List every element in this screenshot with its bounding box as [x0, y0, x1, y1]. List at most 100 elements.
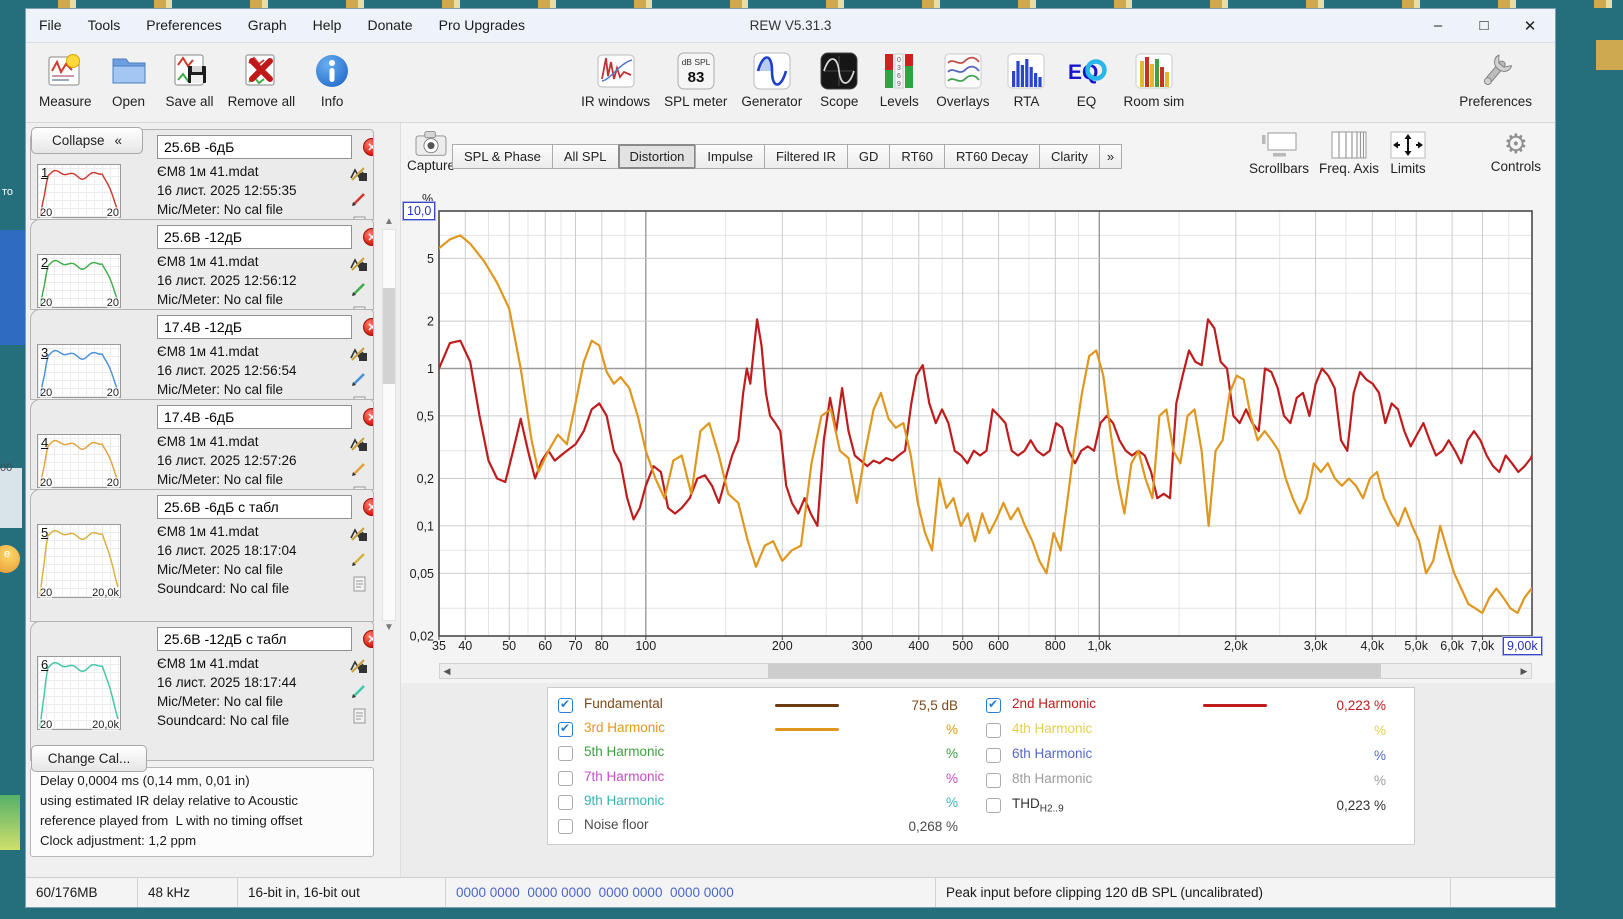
notes-icon[interactable] — [352, 708, 367, 724]
menu-preferences[interactable]: Preferences — [133, 9, 234, 42]
capture-button[interactable]: Capture — [407, 128, 455, 173]
change-cal-button[interactable]: Change Cal... — [31, 745, 147, 772]
measurement-item[interactable]: ✕ 5 20 20,0k ЄМ8 1м 41.mdat 16 лист. 202… — [30, 489, 374, 622]
legend-checkbox[interactable] — [558, 770, 573, 786]
measurement-name-input[interactable] — [157, 495, 352, 519]
tab-clarity[interactable]: Clarity — [1039, 144, 1100, 169]
measurement-item[interactable]: ✕ 3 20 20 ЄМ8 1м 41.mdat 16 лист. 2025 1… — [30, 309, 374, 400]
menu-help[interactable]: Help — [300, 9, 355, 42]
pencil-icon[interactable] — [351, 551, 367, 567]
menu-donate[interactable]: Donate — [354, 9, 425, 42]
save-graph-icon[interactable] — [350, 166, 368, 182]
remove-all-button[interactable]: Remove all — [228, 48, 295, 109]
measurement-name-input[interactable] — [157, 225, 352, 249]
eq-button[interactable]: EQ EQ — [1063, 48, 1109, 109]
legend-checkbox[interactable] — [558, 794, 573, 810]
distortion-chart[interactable]: 35 40 50 60 70 80 100 200 300 400 500 600 800 1,0k 2,0… — [401, 191, 1558, 661]
close-button[interactable]: ✕ — [1511, 17, 1549, 35]
measurement-item[interactable]: ✕ 4 20 20 ЄМ8 1м 41.mdat 16 лист. 2025 1… — [30, 399, 374, 490]
tab-impulse[interactable]: Impulse — [695, 144, 765, 169]
measurement-thumbnail[interactable]: 5 20 20,0k — [37, 524, 121, 599]
delete-measurement-icon[interactable]: ✕ — [363, 318, 373, 336]
ir-windows-button[interactable]: IR windows — [581, 48, 650, 109]
hscrollbar-track[interactable] — [454, 664, 1517, 678]
save-graph-icon[interactable] — [350, 436, 368, 452]
x-axis-right-limit-input[interactable]: 9,00k — [1503, 637, 1542, 655]
measurement-thumbnail[interactable]: 2 20 20 — [37, 254, 121, 309]
scrollbar-track[interactable] — [382, 229, 396, 621]
measurement-name-input[interactable] — [157, 135, 352, 159]
legend-checkbox[interactable] — [558, 697, 573, 713]
pencil-icon[interactable] — [351, 683, 367, 699]
scroll-down-icon[interactable]: ▼ — [384, 621, 394, 635]
measurement-thumbnail[interactable]: 6 20 20,0k — [37, 656, 121, 731]
menu-tools[interactable]: Tools — [75, 9, 134, 42]
delete-measurement-icon[interactable]: ✕ — [363, 408, 373, 426]
tabs-overflow-button[interactable]: » — [1098, 144, 1123, 169]
info-button[interactable]: Info — [309, 48, 355, 109]
scrollbars-button[interactable]: Scrollbars — [1249, 129, 1309, 176]
delete-measurement-icon[interactable]: ✕ — [363, 228, 373, 246]
save-graph-icon[interactable] — [350, 346, 368, 362]
scrollbar-thumb[interactable] — [383, 288, 395, 384]
generator-button[interactable]: Generator — [741, 48, 802, 109]
rta-button[interactable]: RTA — [1003, 48, 1049, 109]
scroll-right-icon[interactable]: ▶ — [1517, 666, 1531, 677]
menu-file[interactable]: File — [26, 9, 75, 42]
legend-checkbox[interactable] — [986, 798, 1001, 813]
tab-distortion[interactable]: Distortion — [617, 144, 697, 169]
pencil-icon[interactable] — [351, 281, 367, 297]
measure-button[interactable]: Measure — [39, 48, 92, 109]
chart-horizontal-scrollbar[interactable]: ◀ ▶ — [439, 663, 1532, 679]
limits-button[interactable]: Limits — [1389, 129, 1427, 176]
controls-button[interactable]: ⚙ Controls — [1491, 129, 1541, 174]
legend-checkbox[interactable] — [986, 697, 1001, 713]
save-graph-icon[interactable] — [350, 256, 368, 272]
scope-button[interactable]: Scope — [816, 48, 862, 109]
measurement-thumbnail[interactable]: 4 20 20 — [37, 434, 121, 489]
freq-axis-button[interactable]: Freq. Axis — [1319, 129, 1379, 176]
measurement-thumbnail[interactable]: 1 20 20 — [37, 164, 121, 219]
collapse-button[interactable]: Collapse « — [31, 127, 143, 154]
measurement-name-input[interactable] — [157, 405, 352, 429]
delete-measurement-icon[interactable]: ✕ — [363, 630, 373, 648]
legend-checkbox[interactable] — [986, 723, 1001, 738]
pencil-icon[interactable] — [351, 191, 367, 207]
legend-checkbox[interactable] — [558, 721, 573, 737]
levels-button[interactable]: 0369 Levels — [876, 48, 922, 109]
overlays-button[interactable]: Overlays — [936, 48, 989, 109]
measurement-thumbnail[interactable]: 3 20 20 — [37, 344, 121, 399]
room-sim-button[interactable]: Room sim — [1123, 48, 1184, 109]
menu-graph[interactable]: Graph — [235, 9, 300, 42]
pencil-icon[interactable] — [351, 371, 367, 387]
scroll-left-icon[interactable]: ◀ — [440, 666, 454, 677]
tab-gd[interactable]: GD — [846, 144, 891, 169]
spl-meter-button[interactable]: dB SPL 83 SPL meter — [664, 48, 727, 109]
save-all-button[interactable]: Save all — [166, 48, 214, 109]
delete-measurement-icon[interactable]: ✕ — [363, 138, 373, 156]
measurement-name-input[interactable] — [157, 315, 352, 339]
legend-checkbox[interactable] — [558, 746, 573, 762]
save-graph-icon[interactable] — [350, 658, 368, 674]
hscrollbar-thumb[interactable] — [768, 664, 1381, 678]
legend-checkbox[interactable] — [986, 748, 1001, 763]
maximize-button[interactable]: □ — [1465, 17, 1503, 34]
notes-icon[interactable] — [352, 576, 367, 592]
measurement-name-input[interactable] — [157, 627, 352, 651]
tab-rt60-decay[interactable]: RT60 Decay — [943, 144, 1040, 169]
measurement-item[interactable]: ✕ 2 20 20 ЄМ8 1м 41.mdat 16 лист. 2025 1… — [30, 219, 374, 310]
legend-checkbox[interactable] — [986, 773, 1001, 788]
pencil-icon[interactable] — [351, 461, 367, 477]
menu-pro-upgrades[interactable]: Pro Upgrades — [426, 9, 538, 42]
sidebar-scrollbar[interactable]: ▲ ▼ — [378, 123, 400, 877]
tab-all-spl[interactable]: All SPL — [551, 144, 619, 169]
tab-spl-phase[interactable]: SPL & Phase — [452, 144, 553, 169]
scroll-up-icon[interactable]: ▲ — [384, 215, 394, 229]
save-graph-icon[interactable] — [350, 526, 368, 542]
minimize-button[interactable]: – — [1419, 17, 1457, 34]
measurement-item[interactable]: ✕ 6 20 20,0k ЄМ8 1м 41.mdat 16 лист. 202… — [30, 621, 374, 761]
preferences-button[interactable]: Preferences — [1459, 48, 1532, 109]
y-axis-top-limit-input[interactable]: 10,0 — [403, 202, 436, 220]
legend-checkbox[interactable] — [558, 819, 573, 835]
delete-measurement-icon[interactable]: ✕ — [363, 498, 373, 516]
